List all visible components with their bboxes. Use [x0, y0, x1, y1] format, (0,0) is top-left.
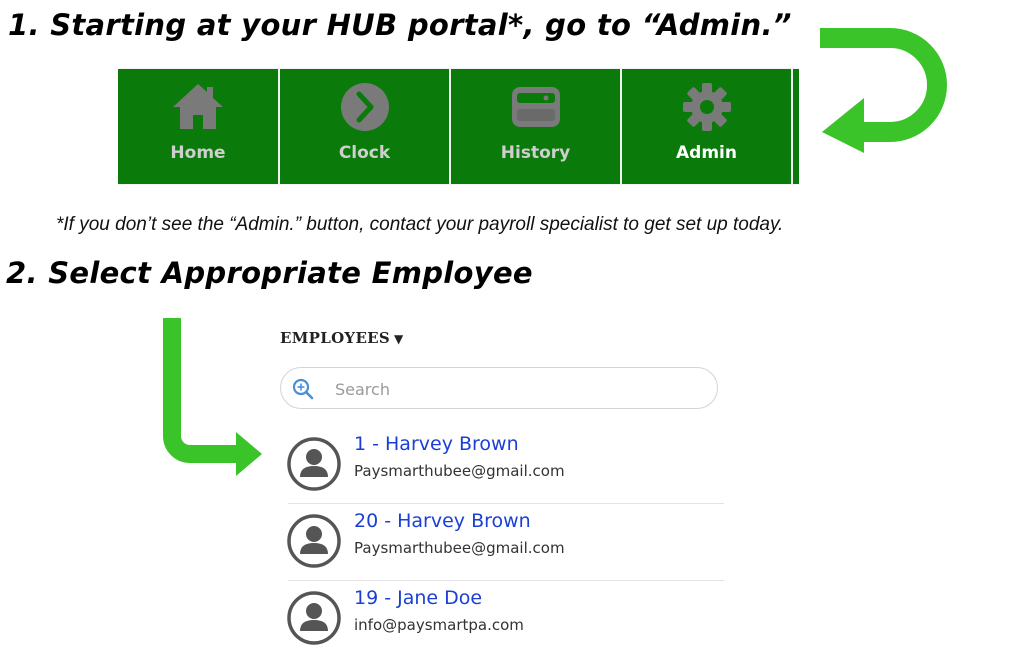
user-avatar-icon [287, 591, 341, 645]
employees-header-label: EMPLOYEES [280, 329, 391, 347]
nav-history-button[interactable]: History [451, 69, 622, 184]
nav-home-button[interactable]: Home [118, 69, 280, 184]
employee-email: Paysmarthubee@gmail.com [354, 539, 565, 557]
employee-email: info@paysmartpa.com [354, 616, 524, 634]
nav-admin-label: Admin [676, 143, 737, 163]
row-divider [288, 503, 724, 504]
admin-footnote: *If you don’t see the “Admin.” button, c… [56, 214, 784, 235]
employee-list-item[interactable]: 19 - Jane Doe info@paysmartpa.com [284, 582, 724, 658]
user-avatar-icon [287, 514, 341, 568]
hub-navbar: Home Clock History Admin [118, 68, 799, 185]
step-2-heading: 2. Select Appropriate Employee [6, 256, 533, 290]
pointer-arrow-icon [163, 318, 262, 476]
employee-search-box[interactable] [280, 367, 718, 409]
employee-name-link[interactable]: 20 - Harvey Brown [354, 510, 531, 532]
user-avatar-icon [287, 437, 341, 491]
nav-next-tile [793, 69, 799, 184]
employee-email: Paysmarthubee@gmail.com [354, 462, 565, 480]
nav-home-label: Home [170, 143, 226, 163]
history-icon [511, 87, 560, 127]
search-input[interactable] [333, 376, 697, 402]
employee-name-link[interactable]: 19 - Jane Doe [354, 587, 482, 609]
nav-clock-label: Clock [338, 143, 391, 163]
search-icon [292, 378, 314, 400]
employees-dropdown[interactable]: EMPLOYEES ▼ [280, 329, 404, 347]
nav-clock-button[interactable]: Clock [280, 69, 451, 184]
nav-history-label: History [500, 143, 571, 163]
employee-name-link[interactable]: 1 - Harvey Brown [354, 433, 519, 455]
nav-admin-button[interactable]: Admin [622, 69, 793, 184]
caret-down-icon: ▼ [394, 332, 404, 346]
home-icon [173, 84, 223, 129]
clock-icon [340, 83, 389, 131]
gear-icon [682, 83, 731, 131]
employee-list-item[interactable]: 20 - Harvey Brown Paysmarthubee@gmail.co… [284, 505, 724, 581]
step-1-heading: 1. Starting at your HUB portal*, go to “… [8, 8, 792, 42]
row-divider [288, 580, 724, 581]
curved-arrow-icon [820, 28, 947, 153]
employee-list-item[interactable]: 1 - Harvey Brown Paysmarthubee@gmail.com [284, 428, 724, 504]
